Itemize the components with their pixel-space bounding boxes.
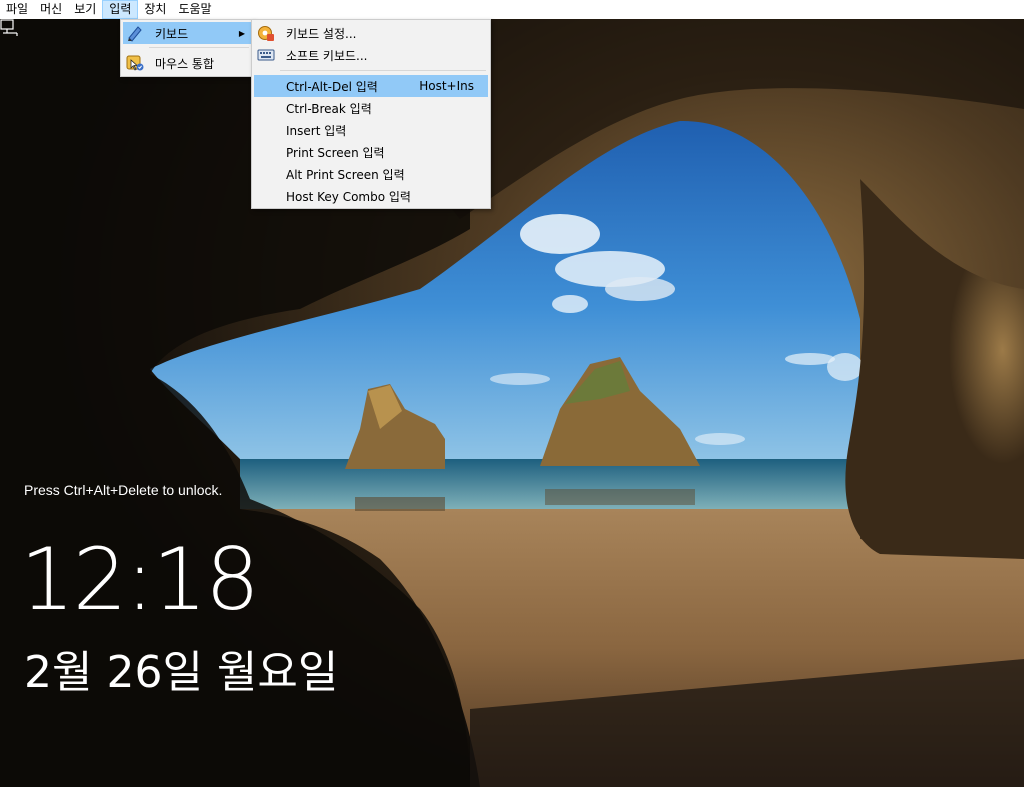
submenu-arrow-icon: ▶: [238, 28, 245, 38]
menu-item-host-key-combo[interactable]: Host Key Combo 입력: [254, 185, 488, 207]
menu-devices[interactable]: 장치: [138, 0, 172, 19]
menu-separator: [280, 70, 486, 71]
menu-bar: 파일 머신 보기 입력 장치 도움말: [0, 0, 1024, 19]
keyboard-settings-icon: [258, 26, 274, 41]
menu-item-soft-keyboard[interactable]: 소프트 키보드...: [254, 44, 488, 66]
keyboard-pen-icon: [128, 26, 142, 42]
menu-item-mouse-integration-label: 마우스 통합: [155, 56, 215, 71]
menu-view[interactable]: 보기: [68, 0, 102, 19]
menu-item-mouse-integration[interactable]: 마우스 통합: [123, 52, 251, 74]
menu-item-soft-keyboard-label: 소프트 키보드...: [286, 48, 368, 63]
input-menu: 키보드 ▶ 마우스 통합: [120, 19, 254, 77]
menu-item-ctrl-break[interactable]: Ctrl-Break 입력: [254, 97, 488, 119]
menu-item-keyboard-settings[interactable]: 키보드 설정...: [254, 22, 488, 44]
menu-item-label: Host Key Combo 입력: [286, 189, 411, 204]
menu-item-keyboard-label: 키보드: [155, 26, 189, 41]
network-icon[interactable]: [0, 19, 20, 37]
menu-item-label: Alt Print Screen 입력: [286, 167, 405, 182]
menu-item-label: Print Screen 입력: [286, 145, 385, 160]
menu-item-insert[interactable]: Insert 입력: [254, 119, 488, 141]
menu-machine[interactable]: 머신: [34, 0, 68, 19]
menu-item-print-screen[interactable]: Print Screen 입력: [254, 141, 488, 163]
mouse-integration-icon: [126, 55, 144, 71]
menu-item-keyboard-settings-label: 키보드 설정...: [286, 26, 357, 41]
soft-keyboard-icon: [257, 49, 275, 61]
menu-item-keyboard[interactable]: 키보드 ▶: [123, 22, 251, 44]
unlock-hint: Press Ctrl+Alt+Delete to unlock.: [24, 482, 223, 498]
menu-input[interactable]: 입력: [102, 0, 139, 19]
menu-item-shortcut: Host+Ins: [419, 79, 474, 93]
menu-item-alt-print-screen[interactable]: Alt Print Screen 입력: [254, 163, 488, 185]
lock-date: 2월 26일 월요일: [24, 647, 339, 698]
menu-item-label: Insert 입력: [286, 123, 347, 138]
menu-item-ctrl-alt-del[interactable]: Ctrl-Alt-Del 입력 Host+Ins: [254, 75, 488, 97]
menu-item-label: Ctrl-Alt-Del 입력: [286, 79, 378, 94]
menu-item-label: Ctrl-Break 입력: [286, 101, 372, 116]
lock-screen[interactable]: Press Ctrl+Alt+Delete to unlock. 12:18 2…: [0, 19, 1024, 787]
menu-separator: [149, 47, 249, 48]
lock-time: 12:18: [20, 530, 260, 630]
menu-help[interactable]: 도움말: [172, 0, 217, 19]
menu-file[interactable]: 파일: [0, 0, 34, 19]
keyboard-submenu: 키보드 설정... 소프트 키보드... Ctrl-Alt-Del 입력 Hos…: [251, 19, 491, 209]
